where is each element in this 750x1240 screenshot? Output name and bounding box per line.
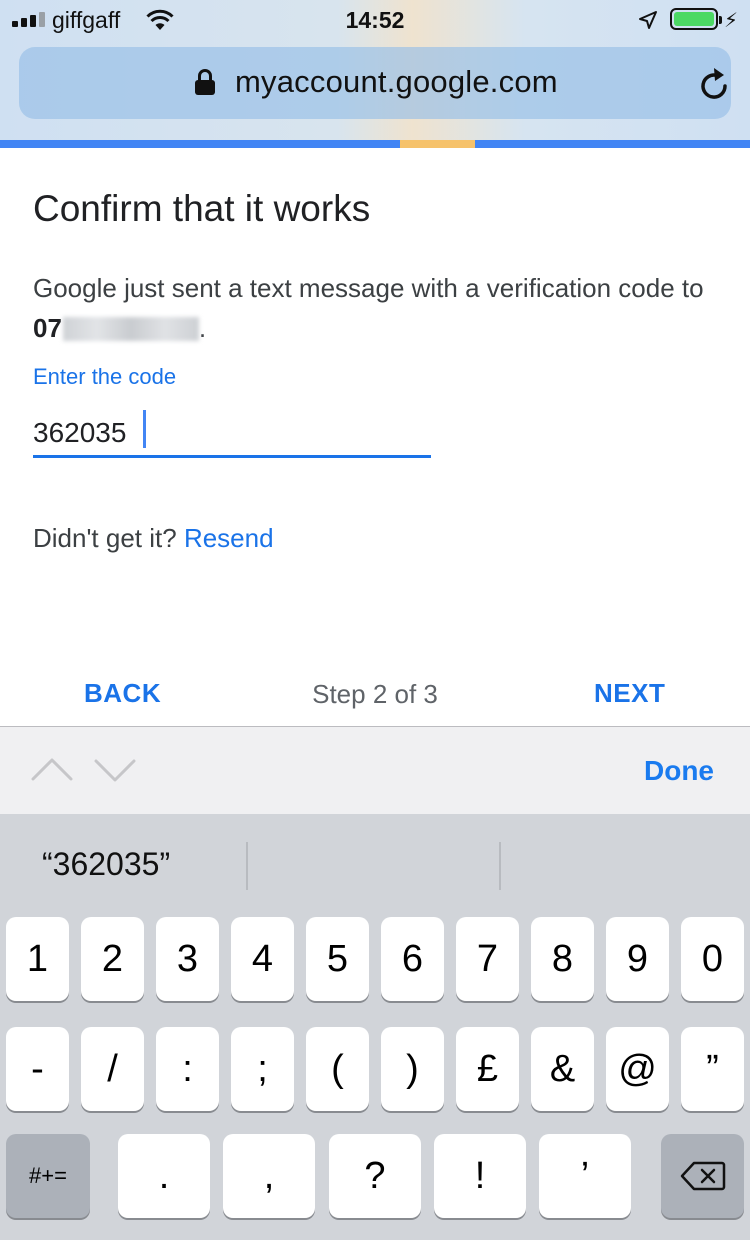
key-ampersand[interactable]: & [531,1027,594,1111]
key-8[interactable]: 8 [531,917,594,1001]
symbols-toggle-key[interactable]: #+= [6,1134,90,1218]
predictive-suggestion[interactable]: “362035” [42,846,170,883]
key-pound[interactable]: £ [456,1027,519,1111]
resend-link[interactable]: Resend [184,523,274,553]
next-field-icon[interactable] [94,759,136,782]
next-button[interactable]: NEXT [594,678,665,709]
key-0[interactable]: 0 [681,917,744,1001]
code-field-label: Enter the code [33,364,177,389]
charging-bolt-icon: ⚡︎ [724,10,739,32]
backspace-icon [680,1161,725,1191]
page-title: Confirm that it works [33,188,371,229]
key-5[interactable]: 5 [306,917,369,1001]
key-close-paren[interactable]: ) [381,1027,444,1111]
numeric-keyboard: “362035” 1 2 3 4 5 6 7 8 9 0 - / : ; ( )… [0,814,750,1240]
key-hyphen[interactable]: - [6,1027,69,1111]
browser-chrome: giffgaff 14:52 ⚡︎ myaccount.google.com [0,0,750,140]
text-caret [143,410,146,448]
key-at[interactable]: @ [606,1027,669,1111]
redacted-phone-number [62,317,199,341]
key-open-paren[interactable]: ( [306,1027,369,1111]
keyboard-accessory-bar: Done [0,726,750,814]
url-text: myaccount.google.com [235,64,558,99]
resend-row: Didn't get it? Resend [33,523,274,554]
message-end: . [198,313,207,343]
key-4[interactable]: 4 [231,917,294,1001]
battery-icon [670,8,722,30]
phone-prefix: 07 [33,313,62,343]
lock-icon [195,69,215,95]
address-bar[interactable]: myaccount.google.com [19,47,731,119]
verification-page: Confirm that it works Google just sent a… [0,148,750,726]
key-colon[interactable]: : [156,1027,219,1111]
key-question[interactable]: ? [329,1134,421,1218]
key-2[interactable]: 2 [81,917,144,1001]
key-1[interactable]: 1 [6,917,69,1001]
key-3[interactable]: 3 [156,917,219,1001]
key-period[interactable]: . [118,1134,210,1218]
key-slash[interactable]: / [81,1027,144,1111]
code-input[interactable] [33,410,431,458]
key-9[interactable]: 9 [606,917,669,1001]
reload-icon[interactable] [699,67,731,101]
message-text: Google just sent a text message with a v… [33,273,704,303]
location-arrow-icon [639,11,657,29]
status-bar: giffgaff 14:52 ⚡︎ [0,0,750,40]
key-6[interactable]: 6 [381,917,444,1001]
done-button[interactable]: Done [644,755,714,787]
previous-field-icon[interactable] [31,758,73,781]
key-quote[interactable]: ” [681,1027,744,1111]
prediction-divider [246,842,248,890]
key-7[interactable]: 7 [456,917,519,1001]
key-semicolon[interactable]: ; [231,1027,294,1111]
progress-stripe [0,140,750,148]
resend-prompt: Didn't get it? [33,523,184,553]
verification-message: Google just sent a text message with a v… [33,268,713,348]
delete-key[interactable] [661,1134,744,1218]
prediction-divider [499,842,501,890]
key-apostrophe[interactable]: ’ [539,1134,631,1218]
key-exclamation[interactable]: ! [434,1134,526,1218]
key-comma[interactable]: , [223,1134,315,1218]
